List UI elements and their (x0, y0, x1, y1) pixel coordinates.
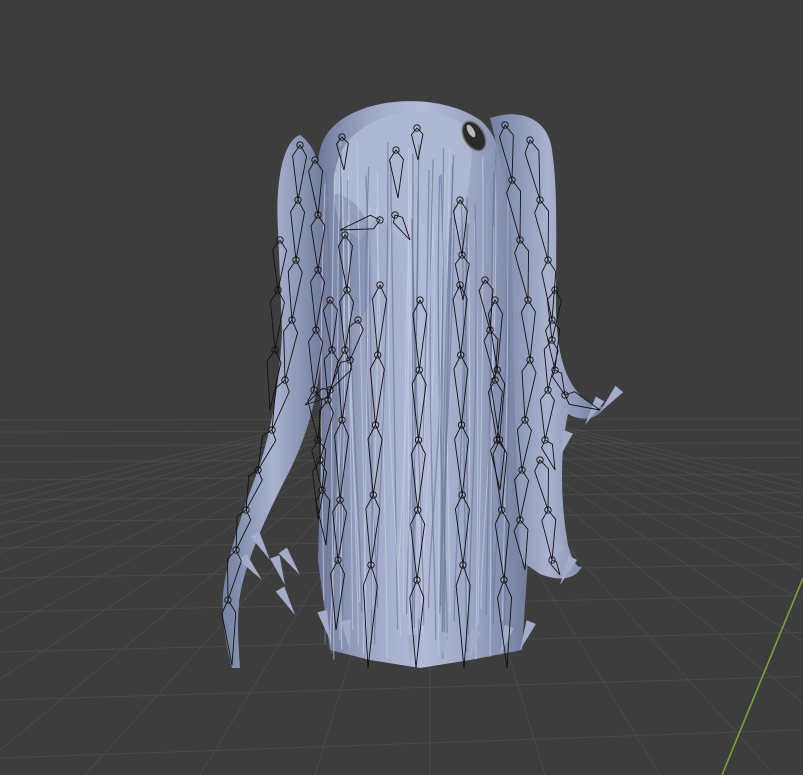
grid-line-v-2 (0, 414, 359, 515)
3d-viewport[interactable] (0, 0, 803, 775)
hair-left-tail (222, 135, 326, 668)
viewport-canvas[interactable] (0, 0, 803, 775)
grid-line-v-0 (0, 414, 347, 498)
strand-tip-2 (275, 586, 295, 615)
grid-line-h-12 (0, 729, 803, 759)
grid-line-h-11 (0, 675, 803, 701)
strand-tip-16 (250, 531, 270, 560)
grid-line-v-1 (0, 414, 353, 505)
